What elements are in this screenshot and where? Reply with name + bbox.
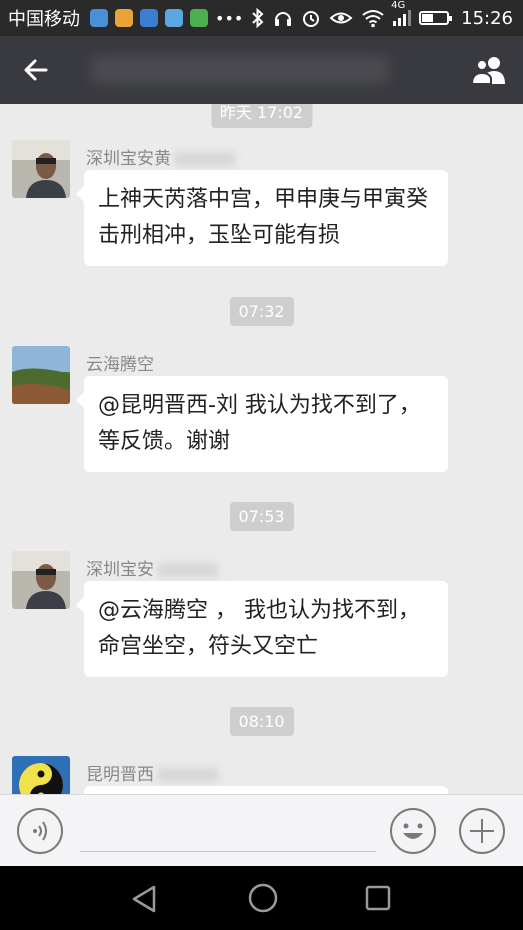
headset-icon (275, 12, 292, 26)
emoji-button[interactable] (389, 807, 437, 855)
app-notification-icon (165, 8, 183, 27)
more-notifications-icon: ••• (215, 8, 244, 28)
nav-home-button[interactable] (247, 882, 279, 918)
circle-home-icon (248, 883, 278, 913)
plus-icon (459, 808, 505, 854)
group-people-icon (470, 57, 505, 85)
chat-title-redacted (90, 56, 390, 84)
clock-label: 15:26 (461, 7, 513, 29)
app-notification-icon (115, 8, 133, 27)
app-notification-icon (90, 8, 108, 27)
sender-name: 昆明晋西 (86, 760, 218, 785)
timestamp-chip: 08:10 (229, 707, 294, 736)
message-bubble[interactable] (84, 786, 448, 794)
eye-comfort-icon (329, 12, 353, 24)
system-navigation-bar (0, 866, 523, 930)
wechat-notification-icon (190, 8, 208, 27)
nav-back-button[interactable] (128, 882, 162, 920)
bluetooth-icon (252, 8, 264, 28)
nav-recents-button[interactable] (364, 884, 392, 916)
timestamp-chip: 昨天 17:02 (210, 104, 313, 128)
message-list[interactable]: 昨天 17:02 深圳宝安黄 上神天芮落中宫，甲申庚与甲寅癸击刑相冲，玉坠可能有… (0, 104, 523, 794)
arrow-left-icon (24, 59, 48, 81)
sender-avatar[interactable] (12, 346, 70, 404)
notification-icons: ••• (90, 8, 244, 28)
timestamp-chip: 07:53 (229, 502, 294, 531)
more-actions-button[interactable] (458, 807, 506, 855)
sender-avatar[interactable] (12, 140, 70, 198)
square-recents-icon (365, 885, 391, 911)
alarm-icon (303, 11, 320, 27)
app-notification-icon (140, 8, 158, 27)
message-bubble[interactable]: 上神天芮落中宫，甲申庚与甲寅癸击刑相冲，玉坠可能有损 (76, 170, 448, 266)
message-text: @云海腾空 ， 我也认为找不到，命宫坐空，符头又空亡 (98, 598, 420, 659)
message-input-bar (0, 794, 523, 867)
wifi-icon (362, 10, 384, 28)
triangle-back-icon (132, 885, 156, 913)
carrier-label: 中国移动 (8, 9, 80, 30)
sender-avatar[interactable] (12, 551, 70, 609)
back-button[interactable] (16, 50, 56, 90)
message-bubble[interactable]: @昆明晋西-刘 我认为找不到了，等反馈。谢谢 (76, 376, 448, 472)
message-bubble[interactable]: @云海腾空 ， 我也认为找不到，命宫坐空，符头又空亡 (76, 581, 448, 677)
voice-input-button[interactable] (16, 807, 64, 855)
battery-icon (419, 11, 453, 25)
voice-input-icon (17, 808, 63, 854)
message-text-field[interactable] (80, 851, 376, 852)
sender-name: 深圳宝安黄 (86, 144, 235, 169)
sender-name: 云海腾空 (86, 355, 154, 375)
sender-name: 深圳宝安 (86, 555, 218, 580)
message-text: @昆明晋西-刘 我认为找不到了，等反馈。谢谢 (98, 393, 421, 454)
group-members-button[interactable] (467, 48, 511, 92)
chat-header (0, 36, 523, 104)
status-bar: 中国移动 ••• 4G 15:26 (0, 0, 523, 36)
sender-avatar[interactable] (12, 756, 70, 794)
message-text: 上神天芮落中宫，甲申庚与甲寅癸击刑相冲，玉坠可能有损 (98, 187, 429, 248)
cellular-signal-icon: 4G (391, 0, 412, 26)
timestamp-chip: 07:32 (229, 297, 294, 326)
network-type-label: 4G (391, 0, 406, 11)
emoji-icon (390, 808, 436, 854)
